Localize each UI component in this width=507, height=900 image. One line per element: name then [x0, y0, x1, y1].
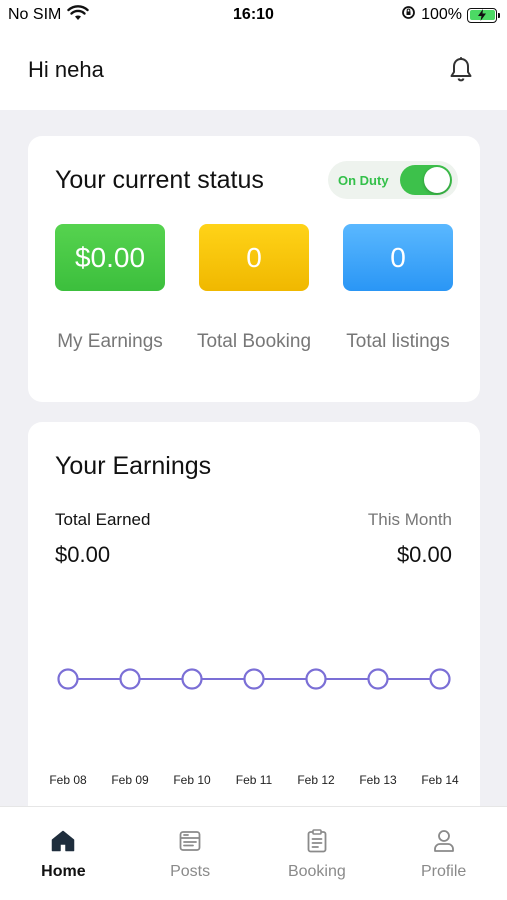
- status-card: Your current status On Duty $0.00 0 0 My…: [28, 136, 480, 402]
- switch-knob: [424, 167, 450, 193]
- x-tick-label: Feb 10: [173, 773, 211, 787]
- tab-bar: Home Posts Booking Profile: [0, 806, 507, 900]
- earnings-stat-label: My Earnings: [57, 330, 163, 352]
- status-bar-left: No SIM: [8, 4, 90, 26]
- orientation-lock-icon: [401, 5, 416, 25]
- x-tick-label: Feb 14: [421, 773, 459, 787]
- bell-icon[interactable]: [445, 54, 477, 86]
- tab-profile-label: Profile: [420, 863, 467, 880]
- battery-icon: [467, 7, 500, 23]
- tab-home-label: Home: [41, 863, 86, 880]
- tab-posts[interactable]: Posts: [127, 807, 254, 900]
- status-title: Your current status: [55, 166, 264, 194]
- on-duty-toggle[interactable]: On Duty: [328, 161, 458, 199]
- battery-percent: 100%: [421, 6, 462, 23]
- listings-stat[interactable]: 0: [343, 224, 453, 291]
- tab-booking[interactable]: Booking: [254, 807, 381, 900]
- earnings-point-3: [243, 668, 265, 690]
- status-bar: No SIM 16:10 100%: [0, 0, 507, 30]
- tab-posts-label: Posts: [170, 863, 211, 880]
- earnings-point-5: [367, 668, 389, 690]
- earnings-chart: Feb 08 Feb 09 Feb 10 Feb 11 Feb 12 Feb 13 Feb …: [49, 668, 459, 787]
- earnings-point-0: [57, 668, 79, 690]
- carrier-label: No SIM: [8, 6, 62, 23]
- listings-stat-label: Total listings: [346, 330, 450, 352]
- x-tick-label: Feb 13: [359, 773, 397, 787]
- x-tick-label: Feb 08: [49, 773, 87, 787]
- duty-label: On Duty: [338, 172, 389, 188]
- greeting-text: Hi neha: [28, 57, 104, 82]
- home-icon: [51, 829, 75, 853]
- tab-profile[interactable]: Profile: [380, 807, 507, 900]
- tab-home[interactable]: Home: [0, 807, 127, 900]
- tab-booking-label: Booking: [287, 863, 346, 880]
- earnings-point-4: [305, 668, 327, 690]
- earnings-point-1: [119, 668, 141, 690]
- booking-icon: [307, 829, 327, 853]
- x-tick-label: Feb 09: [111, 773, 149, 787]
- status-bar-right: 100%: [401, 5, 500, 25]
- posts-icon: [179, 829, 201, 853]
- wifi-icon: [67, 4, 90, 26]
- booking-stat-label: Total Booking: [196, 330, 312, 352]
- earnings-point-2: [181, 668, 203, 690]
- earnings-stat[interactable]: $0.00: [55, 224, 165, 291]
- earnings-point-6: [429, 668, 451, 690]
- x-tick-label: Feb 11: [236, 773, 273, 787]
- duty-switch[interactable]: [400, 165, 452, 195]
- x-tick-label: Feb 12: [297, 773, 335, 787]
- booking-stat[interactable]: 0: [199, 224, 309, 291]
- app-header: Hi neha: [0, 30, 507, 110]
- profile-icon: [433, 829, 455, 853]
- earnings-card: Your Earnings Total Earned This Month $0…: [28, 422, 480, 842]
